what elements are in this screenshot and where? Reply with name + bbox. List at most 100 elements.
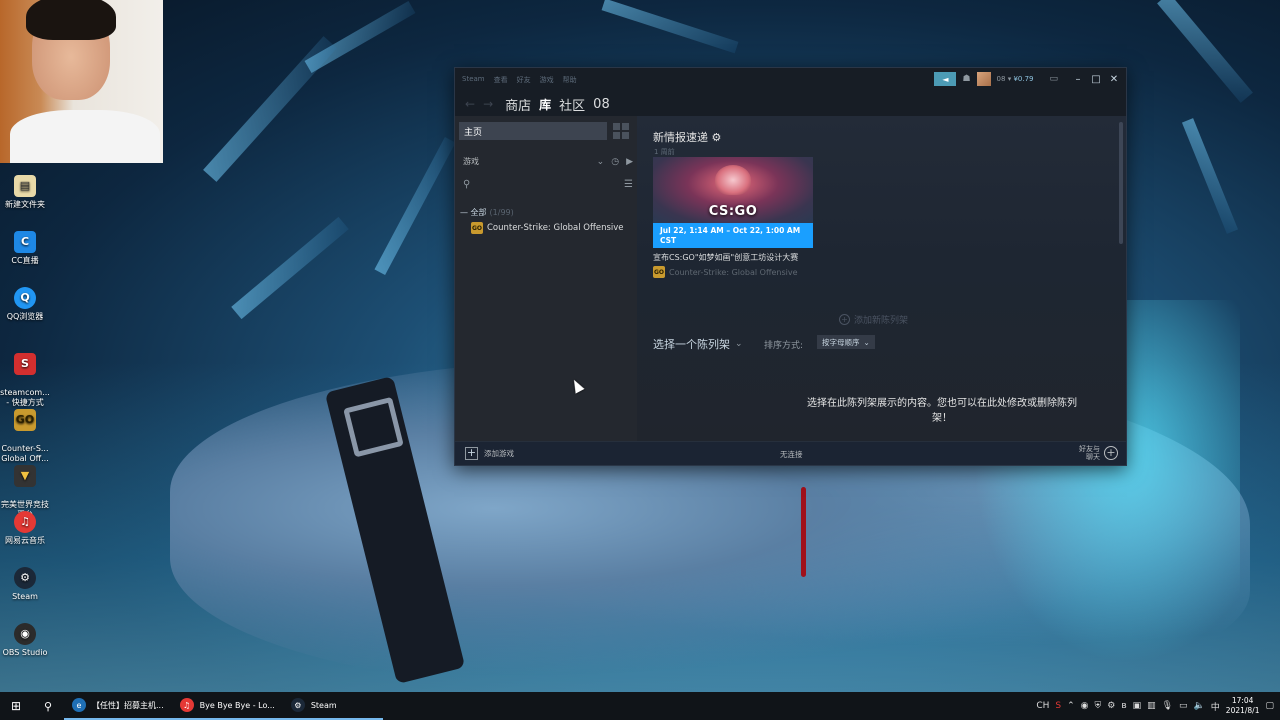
search-icon[interactable]: ⚲ — [32, 692, 64, 720]
menu-item-games[interactable]: 游戏 — [540, 75, 554, 85]
csgo-icon: GO — [14, 409, 36, 431]
app-tray-icon[interactable]: ▣ — [1133, 701, 1142, 711]
news-game-tag: GO Counter-Strike: Global Offensive — [653, 266, 798, 278]
menu-item-view[interactable]: 查看 — [494, 75, 508, 85]
perfect-world-icon: ▼ — [14, 465, 36, 487]
desktop-icon-qq-browser[interactable]: Q QQ浏览器 — [0, 287, 50, 322]
library-game-item[interactable]: GO Counter-Strike: Global Offensive — [471, 222, 624, 234]
nav-community[interactable]: 社区 — [559, 95, 585, 114]
account-menu[interactable]: 08 ▾ ¥0.79 — [997, 75, 1034, 83]
nav-library[interactable]: 库 — [539, 96, 551, 113]
volume-icon[interactable]: 🔈 — [1194, 701, 1205, 711]
scrollbar[interactable] — [1119, 122, 1123, 244]
minimize-button[interactable]: – — [1072, 74, 1084, 85]
network-icon[interactable]: ▥ — [1147, 701, 1156, 711]
desktop-icon-netease-music[interactable]: ♫ 网易云音乐 — [0, 511, 50, 546]
sogou-icon[interactable]: S — [1055, 701, 1061, 711]
maximize-button[interactable]: □ — [1090, 74, 1102, 85]
tray-chevron-icon[interactable]: ⌃ — [1067, 701, 1075, 711]
qq-browser-icon: Q — [14, 287, 36, 309]
obs-tray-icon[interactable]: ◉ — [1081, 701, 1089, 711]
steam-icon: ⚙ — [290, 698, 305, 712]
games-filter[interactable]: 游戏 ⌄ ◷ ▶ — [463, 156, 633, 167]
chevron-down-icon: ⌄ — [735, 339, 743, 349]
document-icon: ▤ — [14, 175, 36, 197]
windows-start-icon[interactable]: ⊞ — [0, 692, 32, 720]
csgo-icon: GO — [471, 222, 483, 234]
menu-item-steam[interactable]: Steam — [462, 75, 485, 85]
bluetooth-icon[interactable]: ʙ — [1121, 701, 1126, 711]
chevron-down-icon[interactable]: ⌄ — [597, 157, 605, 167]
recent-clock-icon[interactable]: ◷ — [611, 157, 619, 167]
steam-window: Steam 查看 好友 游戏 帮助 ◄ ☗ 08 ▾ ¥0.79 ▭ – □ ✕… — [454, 67, 1127, 466]
filter-sliders-icon[interactable]: ☰ — [624, 179, 633, 190]
obs-icon: ◉ — [14, 623, 36, 645]
news-card[interactable]: CS:GO Jul 22, 1:14 AM – Oct 22, 1:00 AM … — [653, 157, 813, 278]
shelf-hint-text: 选择在此陈列架展示的内容。您也可以在此处修改或删除陈列架！ — [807, 398, 1077, 424]
input-language[interactable]: CH — [1036, 701, 1049, 711]
event-date: Jul 22, 1:14 AM – Oct 22, 1:00 AM CST — [653, 223, 813, 248]
nav-store[interactable]: 商店 — [505, 95, 531, 114]
nav-user[interactable]: 08 — [593, 97, 610, 112]
library-sidebar: 主页 游戏 ⌄ ◷ ▶ ⚲ ☰ — 全部 (1/99) GO Counter-St… — [455, 116, 637, 441]
play-filter-icon[interactable]: ▶ — [626, 157, 633, 167]
notification-icon[interactable]: ☗ — [962, 74, 970, 84]
desktop-icon-steam[interactable]: ⚙ Steam — [0, 567, 50, 602]
sort-label: 排序方式: — [764, 341, 804, 351]
shelf-select-dropdown[interactable]: 选择一个陈列架 ⌄ — [653, 336, 743, 352]
steamcommunity-icon: S — [14, 353, 36, 375]
avatar[interactable] — [976, 72, 991, 86]
add-game-button[interactable]: + 添加游戏 — [465, 447, 514, 460]
library-search[interactable]: ⚲ ☰ — [463, 179, 633, 190]
ime-icon[interactable]: 中 — [1211, 700, 1220, 713]
menu-item-friends[interactable]: 好友 — [517, 75, 531, 85]
home-button[interactable]: 主页 — [459, 122, 607, 140]
taskbar-app-music[interactable]: ♫ Bye Bye Bye - Lo... — [171, 692, 283, 720]
steam-tray-icon[interactable]: ⚙ — [1107, 701, 1115, 711]
desktop-icon-new-folder[interactable]: ▤ 新建文件夹 — [0, 175, 50, 210]
taskbar-app-steam[interactable]: ⚙ Steam — [282, 692, 383, 720]
big-picture-icon[interactable]: ▭ — [1049, 74, 1058, 84]
csgo-logo: CS:GO — [708, 204, 758, 219]
title-bar: Steam 查看 好友 游戏 帮助 ◄ ☗ 08 ▾ ¥0.79 ▭ – □ ✕ — [455, 68, 1126, 92]
menu-item-help[interactable]: 帮助 — [563, 75, 577, 85]
sort-dropdown[interactable]: 按字母顺序 ⌄ — [817, 335, 875, 349]
nav-bar: ← → 商店 库 社区 08 — [455, 92, 1126, 116]
news-timestamp: 1 周前 — [654, 148, 675, 156]
plus-icon: + — [465, 446, 478, 460]
edge-icon: e — [72, 698, 86, 712]
csgo-icon: GO — [653, 266, 665, 278]
notification-center-icon[interactable]: ▢ — [1265, 701, 1274, 711]
taskbar-app-browser[interactable]: e 【任性】招募主机... — [64, 692, 172, 720]
netease-music-icon: ♫ — [179, 698, 194, 712]
news-image: CS:GO — [653, 157, 813, 223]
bottom-bar: + 添加游戏 无连接 好友与 聊天 + — [455, 441, 1126, 465]
close-button[interactable]: ✕ — [1108, 74, 1120, 85]
library-home: 新情报速递 ⚙ 1 周前 CS:GO Jul 22, 1:14 AM – Oct… — [637, 116, 1126, 441]
plus-circle-icon: + — [839, 314, 850, 325]
news-headline: 宣布CS:GO"如梦如画"创意工坊设计大赛 — [653, 253, 799, 262]
battery-icon[interactable]: ▭ — [1179, 701, 1188, 711]
clock[interactable]: 17:04 2021/8/1 — [1226, 696, 1260, 716]
news-section-title: 新情报速递 ⚙ — [653, 131, 722, 144]
microphone-icon[interactable]: 🎙 — [1162, 701, 1173, 711]
desktop-icon-cc-live[interactable]: C CC直播 — [0, 231, 50, 266]
add-shelf-button[interactable]: + 添加新陈列架 — [839, 313, 908, 326]
back-arrow-icon[interactable]: ← — [465, 97, 475, 111]
download-status[interactable]: 无连接 — [780, 449, 803, 460]
steam-icon: ⚙ — [14, 567, 36, 589]
desktop-icon-obs[interactable]: ◉ OBS Studio — [0, 623, 50, 658]
collection-all[interactable]: — 全部 (1/99) — [460, 207, 514, 218]
netease-music-icon: ♫ — [14, 511, 36, 533]
friends-chat-button[interactable]: 好友与 聊天 + — [1079, 445, 1118, 461]
taskbar: ⊞ ⚲ e 【任性】招募主机... ♫ Bye Bye Bye - Lo... … — [0, 692, 1280, 720]
add-friend-icon: + — [1104, 446, 1118, 460]
grid-view-icon[interactable] — [613, 123, 629, 139]
announcement-button[interactable]: ◄ — [934, 72, 957, 86]
shield-icon[interactable]: ⛨ — [1095, 701, 1102, 711]
search-icon: ⚲ — [463, 179, 471, 190]
forward-arrow-icon[interactable]: → — [483, 97, 493, 111]
gear-icon[interactable]: ⚙ — [712, 131, 722, 144]
webcam-overlay — [0, 0, 163, 163]
chevron-down-icon: ⌄ — [863, 337, 870, 347]
